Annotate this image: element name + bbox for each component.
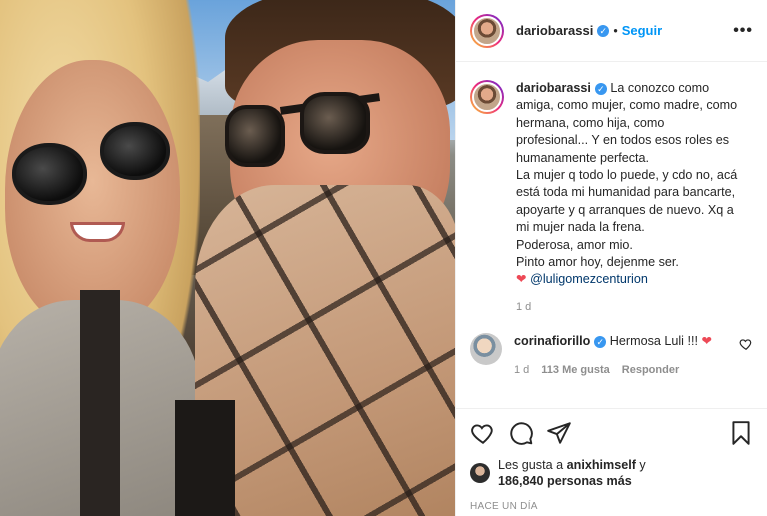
commenter-username[interactable]: corinafiorillo (514, 334, 590, 348)
comment-icon[interactable] (508, 420, 534, 446)
post-header: dariobarassi ✓ • Seguir ••• (456, 0, 767, 62)
likes-prefix: Les gusta a (498, 458, 564, 472)
follow-button[interactable]: Seguir (622, 23, 662, 38)
caption-line: mi mujer nada la frena. (516, 220, 645, 235)
post-side-panel: dariobarassi ✓ • Seguir ••• dariobarassi… (455, 0, 767, 516)
red-heart-icon: ❤ (516, 272, 527, 287)
red-heart-icon: ❤ (701, 333, 713, 348)
post-photo[interactable] (0, 0, 455, 516)
caption-line: Pinto amor hoy, dejenme ser. (516, 255, 679, 270)
post-body: dariobarassi ✓ La conozco como amiga, com… (456, 62, 767, 418)
instagram-post: dariobarassi ✓ • Seguir ••• dariobarassi… (0, 0, 767, 516)
caption-line: hermana, como hija, como (516, 115, 665, 130)
liker-username[interactable]: anixhimself (567, 458, 636, 472)
likes-text: Les gusta a anixhimself y 186,840 person… (498, 457, 646, 489)
caption-line: humanamente perfecta. (516, 150, 650, 165)
man-sunglasses-left (225, 105, 285, 167)
caption-line: está toda mi humanidad para bancarte, (516, 185, 736, 200)
commenter-avatar[interactable] (470, 332, 502, 365)
comment-item: corinafiorillo ✓ Hermosa Luli !!! ❤ 1 d 1… (470, 332, 753, 376)
bookmark-icon[interactable] (728, 420, 754, 446)
share-icon[interactable] (546, 420, 572, 446)
caption-mention-link[interactable]: @luligomezcenturion (530, 272, 648, 286)
liker-avatar[interactable] (470, 463, 490, 483)
verified-icon: ✓ (594, 335, 607, 348)
likes-count-link[interactable]: 186,840 personas más (498, 474, 632, 488)
caption-avatar[interactable] (470, 80, 504, 114)
heart-icon[interactable] (739, 337, 753, 351)
comment-text: corinafiorillo ✓ Hermosa Luli !!! ❤ (514, 333, 739, 350)
header-separator: • (613, 23, 618, 38)
comment-body: Hermosa Luli !!! (609, 333, 698, 348)
caption-line: La mujer q todo lo puede, y cdo no, acá (516, 168, 738, 183)
caption: dariobarassi ✓ La conozco como amiga, com… (470, 80, 753, 289)
caption-line: apoyarte y q arranques de nuevo. Xq a (516, 202, 734, 217)
caption-line: profesional... Y en todos esos roles es (516, 133, 730, 148)
caption-line: La conozco como (610, 81, 710, 95)
woman-sunglasses-left (12, 143, 87, 205)
man-jacket (175, 400, 235, 516)
comment-likes-link[interactable]: 113 Me gusta (541, 364, 609, 376)
verified-icon: ✓ (594, 82, 607, 95)
comment-age: 1 d (514, 363, 530, 376)
action-bar: Les gusta a anixhimself y 186,840 person… (456, 408, 767, 512)
reply-button[interactable]: Responder (622, 364, 679, 376)
caption-avatar-image (472, 82, 502, 112)
caption-username[interactable]: dariobarassi (516, 81, 591, 95)
verified-icon: ✓ (597, 24, 610, 37)
caption-text: dariobarassi ✓ La conozco como amiga, com… (516, 80, 737, 289)
likes-summary: Les gusta a anixhimself y 186,840 person… (470, 457, 754, 489)
action-icons (470, 417, 754, 449)
likes-joiner: y (639, 458, 646, 472)
comment-content: corinafiorillo ✓ Hermosa Luli !!! ❤ 1 d 1… (514, 333, 739, 376)
woman-sunglasses-right (100, 122, 170, 180)
author-avatar[interactable] (470, 13, 504, 48)
camera-strap (80, 290, 120, 516)
more-icon[interactable]: ••• (733, 22, 753, 40)
author-avatar-image (472, 15, 502, 46)
man-sunglasses-right (300, 92, 370, 154)
comment-meta: 1 d 113 Me gusta Responder (514, 364, 739, 376)
heart-icon[interactable] (470, 420, 496, 446)
author-username[interactable]: dariobarassi (516, 23, 593, 38)
caption-line: amiga, como mujer, como madre, como (516, 98, 738, 113)
post-timestamp: HACE UN DÍA (470, 501, 538, 512)
caption-age: 1 d (516, 300, 532, 313)
caption-line: Poderosa, amor mio. (516, 237, 633, 252)
